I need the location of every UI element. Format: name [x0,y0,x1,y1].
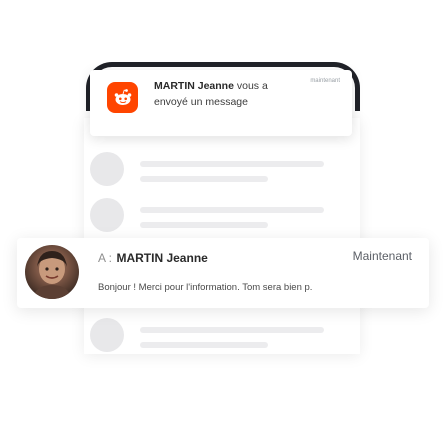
profile-photo-icon [33,251,71,299]
message-header: A : MARTIN Jeanne [98,249,208,267]
message-card[interactable]: A : MARTIN Jeanne Maintenant Bonjour ! M… [17,238,429,308]
message-list-panel [84,118,360,354]
reddit-alien-glyph [114,88,131,105]
text-placeholder-line [140,327,324,333]
avatar-placeholder [90,152,124,186]
recipient-name: MARTIN Jeanne [116,251,208,265]
message-time: Maintenant [352,249,412,263]
text-placeholder-line [140,161,324,167]
notification-text-line2: envoyé un message [154,96,248,108]
notification-sender: MARTIN Jeanne [154,80,234,92]
text-placeholder-line [140,176,268,182]
avatar-placeholder [90,198,124,232]
text-placeholder-line [140,207,324,213]
reddit-icon [107,82,138,113]
notification-text: MARTIN Jeanne vous a envoyé un message [154,78,334,110]
recipient-label: A : [98,251,113,265]
message-body: Bonjour ! Merci pour l'information. Tom … [98,282,313,293]
avatar [25,245,79,299]
avatar-placeholder [90,318,124,352]
notification-text-suffix: vous a [233,80,268,92]
push-notification[interactable]: maintenant MARTIN Jeanne vous a envoyé u… [90,70,352,136]
text-placeholder-line [140,342,268,348]
text-placeholder-line [140,222,268,228]
